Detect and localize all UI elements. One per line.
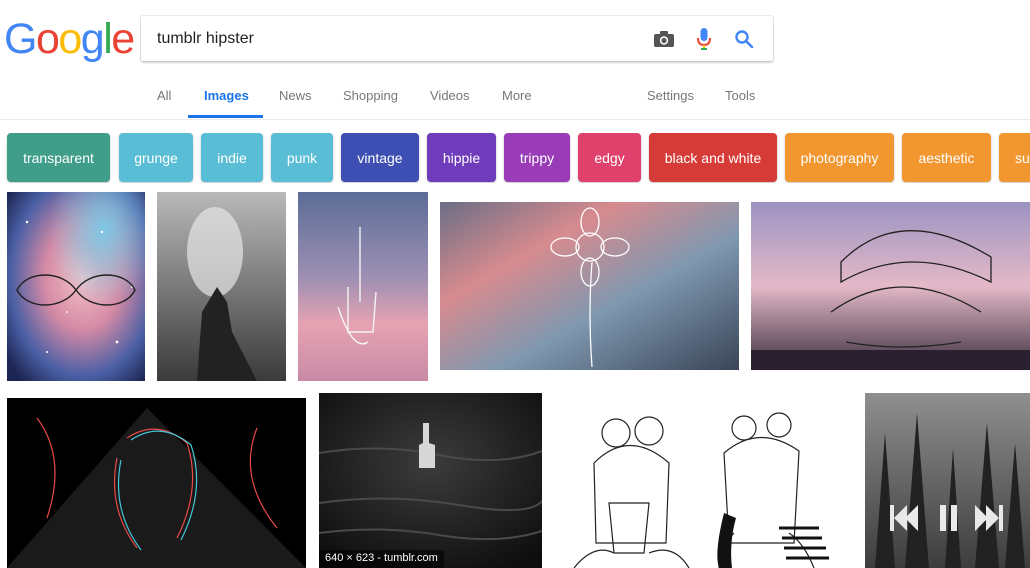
- chip-trippy[interactable]: trippy: [504, 133, 570, 182]
- search-input[interactable]: [157, 16, 637, 61]
- forest-media-controls-image: [865, 393, 1030, 568]
- chip-hippie[interactable]: hippie: [427, 133, 496, 182]
- related-search-chips: transparent grunge indie punk vintage hi…: [0, 133, 1030, 183]
- neon-face-line-art-image: [7, 398, 306, 568]
- search-icon[interactable]: [731, 26, 757, 52]
- image-caption: 640 × 623 - tumblr.com: [319, 550, 444, 568]
- tab-videos[interactable]: Videos: [430, 88, 470, 103]
- image-result[interactable]: [7, 398, 306, 568]
- chip-vintage[interactable]: vintage: [341, 133, 419, 182]
- howling-wolf-image: [157, 192, 286, 381]
- chip-grunge[interactable]: grunge: [119, 133, 193, 182]
- chip-su[interactable]: su: [999, 133, 1030, 182]
- logo-letter: o: [35, 15, 60, 63]
- galaxy-infinity-image: [7, 192, 145, 381]
- google-logo[interactable]: Google: [4, 14, 135, 64]
- image-result[interactable]: [440, 202, 739, 370]
- tabs-divider: [0, 119, 1030, 120]
- tab-settings[interactable]: Settings: [647, 88, 694, 103]
- tab-images[interactable]: Images: [204, 88, 249, 103]
- image-result[interactable]: [554, 393, 853, 568]
- chip-transparent[interactable]: transparent: [7, 133, 110, 182]
- image-result[interactable]: [298, 192, 428, 381]
- chip-punk[interactable]: punk: [271, 133, 333, 182]
- image-result[interactable]: [865, 393, 1030, 568]
- search-tabs: All Images News Shopping Videos More Set…: [0, 82, 1030, 120]
- image-result[interactable]: 640 × 623 - tumblr.com: [319, 393, 542, 568]
- chip-indie[interactable]: indie: [201, 133, 263, 182]
- chip-aesthetic[interactable]: aesthetic: [902, 133, 991, 182]
- search-box: [141, 16, 773, 61]
- camera-icon[interactable]: [651, 26, 677, 52]
- image-result[interactable]: [751, 202, 1030, 370]
- girl-cap-sunset-image: [751, 202, 1030, 370]
- image-result[interactable]: [7, 192, 145, 381]
- active-tab-indicator: [188, 115, 263, 118]
- chip-black-and-white[interactable]: black and white: [649, 133, 777, 182]
- image-result[interactable]: [157, 192, 286, 381]
- tab-tools[interactable]: Tools: [725, 88, 755, 103]
- tab-news[interactable]: News: [279, 88, 312, 103]
- logo-letter: l: [103, 15, 113, 63]
- logo-letter: G: [4, 15, 37, 63]
- skeleton-hand-sky-image: [298, 192, 428, 381]
- tab-all[interactable]: All: [157, 88, 171, 103]
- tab-more[interactable]: More: [502, 88, 532, 103]
- chip-photography[interactable]: photography: [785, 133, 894, 182]
- hand-in-water-image: [319, 393, 542, 568]
- tab-shopping[interactable]: Shopping: [343, 88, 398, 103]
- logo-letter: g: [80, 15, 105, 63]
- logo-letter: e: [111, 15, 135, 63]
- flower-doodle-sky-image: [440, 202, 739, 370]
- two-girls-line-drawing-image: [554, 393, 853, 568]
- microphone-icon[interactable]: [691, 26, 717, 52]
- chip-edgy[interactable]: edgy: [578, 133, 641, 182]
- logo-letter: o: [58, 15, 82, 63]
